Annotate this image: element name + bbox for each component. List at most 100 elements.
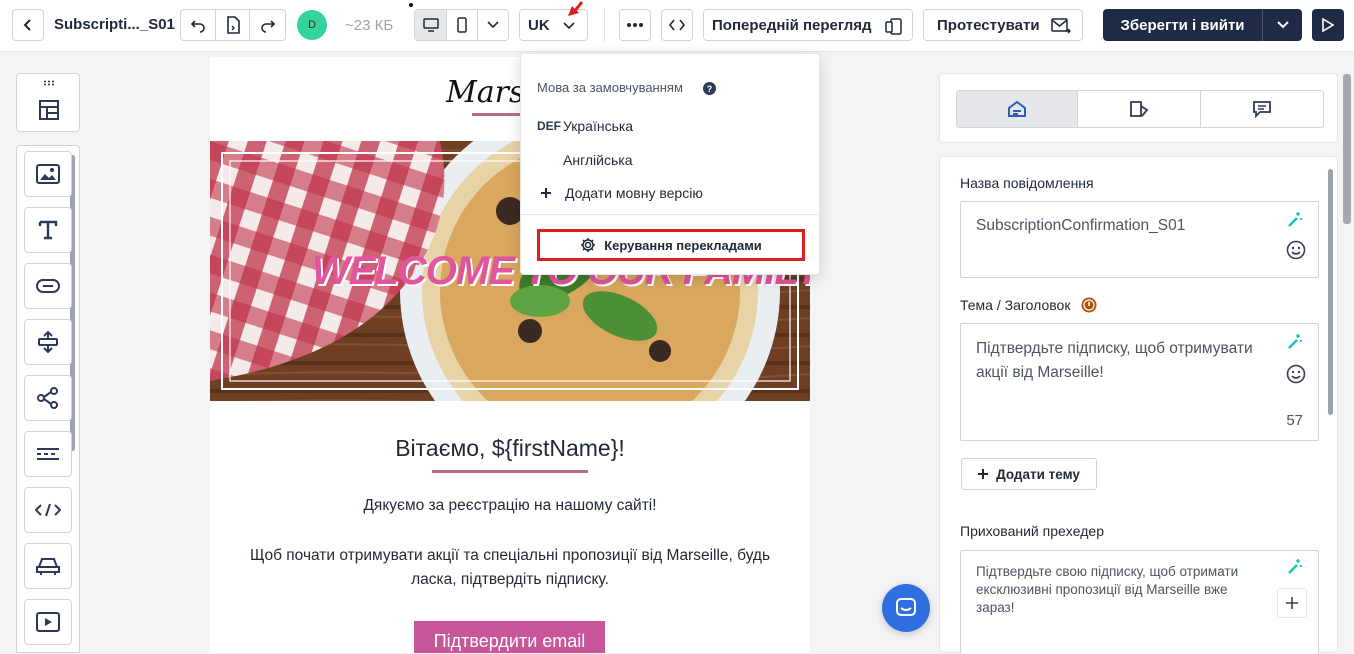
run-button[interactable] xyxy=(1312,9,1344,41)
social-icon xyxy=(37,387,58,409)
top-toolbar: Subscripti..._S01 D ~23 КБ UK Попередній… xyxy=(0,0,1354,52)
preview-button[interactable]: Попередній перегляд xyxy=(703,9,913,41)
block-toolbar xyxy=(0,57,95,653)
default-badge: DEF xyxy=(537,119,561,133)
history-controls xyxy=(180,9,286,41)
preheader-label: Прихований преxедер xyxy=(960,523,1104,539)
language-code: UK xyxy=(528,16,550,34)
help-icon[interactable]: ? xyxy=(703,82,716,95)
status-dot xyxy=(409,3,413,7)
spacer-icon xyxy=(38,331,58,353)
chevron-down-icon xyxy=(563,22,575,30)
subject-field[interactable]: Підтвердьте підписку, щоб отримувати акц… xyxy=(960,323,1319,441)
redo-button[interactable] xyxy=(250,10,285,40)
add-subject-button[interactable]: Додати тему xyxy=(961,458,1097,490)
back-button[interactable] xyxy=(12,9,44,41)
more-button[interactable] xyxy=(619,9,651,41)
info-icon[interactable] xyxy=(1081,297,1097,313)
desktop-view-button[interactable] xyxy=(415,10,447,40)
layout-icon xyxy=(39,100,59,120)
settings-tabs xyxy=(956,90,1324,128)
preheader-value: Підтвердьте свою підписку, щоб отримати … xyxy=(976,564,1239,615)
social-block[interactable] xyxy=(24,375,72,421)
spacer-block[interactable] xyxy=(24,319,72,365)
html-block[interactable] xyxy=(24,487,72,533)
emoji-icon[interactable] xyxy=(1286,364,1306,384)
red-arrow-annotation xyxy=(568,1,584,16)
html-icon xyxy=(35,503,61,517)
manage-translations-button[interactable]: Керування перекладами xyxy=(537,229,805,261)
tab-comments[interactable] xyxy=(1201,91,1323,127)
tag-icon xyxy=(1130,101,1149,117)
language-option-en[interactable]: Англійська xyxy=(521,144,819,178)
add-language-option[interactable]: Додати мовну версію xyxy=(521,178,819,212)
product-block[interactable] xyxy=(24,543,72,589)
undo-icon xyxy=(190,20,205,33)
add-language-label: Додати мовну версію xyxy=(565,185,703,201)
save-options-button[interactable] xyxy=(1263,9,1302,41)
tab-message-settings[interactable] xyxy=(957,91,1079,127)
avatar[interactable]: D xyxy=(297,10,327,40)
plus-icon xyxy=(541,188,551,198)
message-name-field[interactable]: SubscriptionConfirmation_S01 xyxy=(960,201,1319,278)
language-option-uk[interactable]: DEF Українська xyxy=(521,110,819,144)
page-scrollbar[interactable] xyxy=(1343,74,1351,224)
text-block[interactable] xyxy=(24,207,72,253)
chat-icon xyxy=(1252,101,1271,118)
support-chat-button[interactable] xyxy=(882,584,930,632)
mobile-preview-icon xyxy=(885,18,902,35)
test-button[interactable]: Протестувати xyxy=(923,9,1083,41)
drag-handle-icon xyxy=(44,80,54,86)
mobile-view-button[interactable] xyxy=(447,10,478,40)
confirm-email-button[interactable]: Підтвердити email xyxy=(414,621,605,653)
back-arrow-icon xyxy=(23,19,31,31)
plus-icon xyxy=(978,469,989,479)
message-name-value: SubscriptionConfirmation_S01 xyxy=(976,217,1186,234)
message-title: Subscripti..._S01 xyxy=(54,16,175,33)
play-icon xyxy=(1322,18,1334,32)
undo-button[interactable] xyxy=(181,10,216,40)
document-button[interactable] xyxy=(216,10,251,40)
button-block[interactable] xyxy=(24,263,72,309)
tab-tags[interactable] xyxy=(1078,91,1201,127)
chevron-down-icon xyxy=(1276,21,1289,29)
image-block[interactable] xyxy=(24,151,72,197)
divider-icon xyxy=(37,448,59,460)
thanks-text: Дякуємо за реєстрацію на нашому сайті! xyxy=(363,497,657,514)
message-size: ~23 КБ xyxy=(345,17,394,34)
preview-label: Попередній перегляд xyxy=(712,16,872,34)
preheader-field[interactable]: Підтвердьте свою підписку, щоб отримати … xyxy=(960,550,1319,654)
greeting-heading: Вітаємо, ${firstName}! xyxy=(395,435,625,461)
body-text: Щоб почати отримувати акції та спеціальн… xyxy=(249,547,771,588)
settings-scrollbar[interactable] xyxy=(1328,169,1333,415)
magic-wand-icon[interactable] xyxy=(1286,211,1304,229)
divider-block[interactable] xyxy=(24,431,72,477)
magic-wand-icon[interactable] xyxy=(1286,333,1304,351)
device-dropdown-button[interactable] xyxy=(478,10,508,40)
chevron-down-icon xyxy=(487,21,499,29)
device-switcher xyxy=(414,9,509,41)
message-name-label: Назва повідомлення xyxy=(960,175,1094,191)
magic-wand-icon[interactable] xyxy=(1286,558,1304,576)
message-settings-card: Назва повідомлення SubscriptionConfirmat… xyxy=(939,156,1338,654)
save-exit-group: Зберегти і вийти xyxy=(1103,9,1302,41)
add-subject-label: Додати тему xyxy=(996,466,1080,482)
code-view-button[interactable] xyxy=(661,9,693,41)
svg-text:?: ? xyxy=(707,84,713,94)
chat-icon xyxy=(896,598,916,616)
language-label: Українська xyxy=(563,118,634,134)
save-exit-button[interactable]: Зберегти і вийти xyxy=(1103,9,1263,41)
mobile-icon xyxy=(457,17,467,33)
video-block[interactable] xyxy=(24,599,72,645)
toolbar-divider xyxy=(604,8,605,42)
subject-label: Тема / Заголовок xyxy=(960,297,1071,313)
more-icon xyxy=(627,23,643,27)
test-label: Протестувати xyxy=(937,16,1040,34)
emoji-icon[interactable] xyxy=(1286,240,1306,260)
image-icon xyxy=(36,164,60,184)
product-icon xyxy=(36,558,60,575)
gear-icon xyxy=(581,238,596,252)
code-icon xyxy=(669,19,685,31)
layout-block[interactable] xyxy=(16,73,80,132)
add-personalization-button[interactable] xyxy=(1277,588,1307,618)
